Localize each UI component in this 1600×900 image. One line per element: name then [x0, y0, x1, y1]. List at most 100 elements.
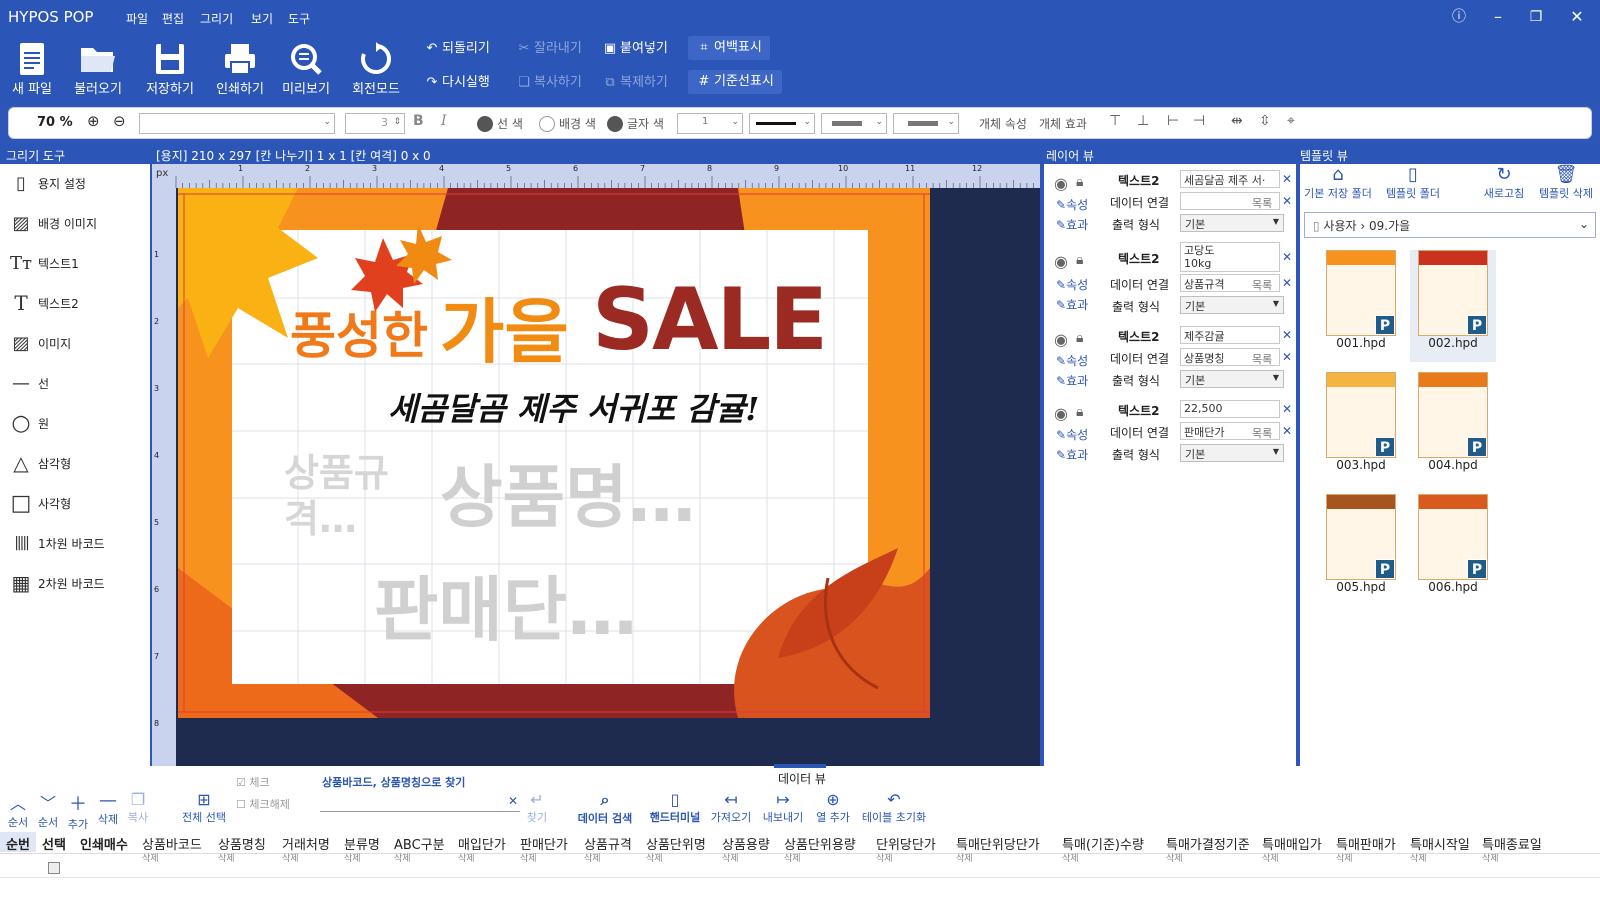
rotate-mode-button[interactable]: 회전모드: [344, 38, 408, 100]
zoom-in-icon[interactable]: ⊕: [87, 112, 100, 130]
clear-icon[interactable]: ✕: [508, 794, 518, 808]
layer-prop-link[interactable]: ✎속성: [1056, 426, 1088, 443]
select-all-button[interactable]: ⊞ 전체 선택: [176, 790, 232, 825]
default-folder-button[interactable]: ⌂ 기본 저장 폴더: [1302, 164, 1374, 201]
undo-button[interactable]: ↶ 되돌리기: [424, 37, 490, 61]
margin-toggle[interactable]: ⌗ 여백표시: [688, 36, 770, 60]
layer-prop-link[interactable]: ✎속성: [1056, 352, 1088, 369]
tool-circle[interactable]: ○ 원: [10, 410, 49, 436]
distribute-v-icon[interactable]: ⇳: [1259, 113, 1271, 129]
tool-bg-image[interactable]: ▨ 배경 이미지: [10, 210, 97, 236]
list-button[interactable]: 목록: [1252, 277, 1272, 293]
duplicate-button[interactable]: ⧉ 복제하기: [602, 71, 668, 95]
cut-button[interactable]: ✂ 잘라내기: [516, 37, 582, 61]
tool-rectangle[interactable]: □ 사각형: [10, 490, 72, 516]
eye-icon[interactable]: ◉: [1054, 252, 1068, 271]
template-folder-button[interactable]: ▯ 템플릿 폴더: [1378, 164, 1448, 201]
align-top-icon[interactable]: ⊤: [1109, 113, 1121, 129]
tool-triangle[interactable]: △ 삼각형: [10, 450, 71, 476]
splitter-handle[interactable]: [774, 764, 826, 768]
layer-prop-link[interactable]: ✎속성: [1056, 276, 1088, 293]
eye-icon[interactable]: ◉: [1054, 404, 1068, 423]
paste-button[interactable]: ▣ 붙여넣기: [602, 37, 668, 61]
zoom-out-icon[interactable]: ⊖: [113, 112, 126, 130]
poster-price[interactable]: 판매단…: [374, 554, 637, 655]
output-format-select[interactable]: 기본 ▼: [1180, 296, 1284, 314]
find-button[interactable]: ↵ 찾기: [520, 790, 554, 825]
center-icon[interactable]: ⌖: [1287, 113, 1295, 129]
object-effect-button[interactable]: 개체 효과: [1039, 115, 1087, 132]
poster-headline-2[interactable]: 가을: [440, 276, 569, 377]
list-button[interactable]: 목록: [1252, 195, 1272, 211]
lock-icon[interactable]: 🔒︎: [1076, 404, 1083, 420]
template-path-select[interactable]: ▯ 사용자 › 09.가을 ⌄: [1304, 212, 1596, 238]
move-up-button[interactable]: ︿ 순서: [4, 790, 32, 830]
canvas-area[interactable]: px 1 2 3 4 5 6 7 8 9 10 11 12 1 2 3 4 5 …: [152, 164, 1040, 766]
info-icon[interactable]: ⓘ: [1447, 6, 1471, 28]
clear-icon[interactable]: ✕: [1282, 328, 1292, 342]
menu-view[interactable]: 보기: [251, 10, 273, 27]
row-checkbox[interactable]: [48, 862, 60, 874]
list-button[interactable]: 목록: [1252, 351, 1272, 367]
lock-icon[interactable]: 🔒︎: [1076, 174, 1083, 190]
add-row-button[interactable]: ＋ 추가: [64, 790, 92, 832]
line-width-select[interactable]: 1 ⌄: [677, 113, 743, 134]
tool-paper-setup[interactable]: ▯ 용지 설정: [10, 170, 86, 196]
align-left-icon[interactable]: ⊢: [1167, 113, 1179, 129]
menu-draw[interactable]: 그리기: [200, 10, 233, 27]
column-header[interactable]: 순번: [6, 834, 30, 853]
arrow-start-select[interactable]: ⌄: [821, 113, 887, 134]
import-button[interactable]: ↤ 가져오기: [706, 790, 756, 825]
poster-product-name[interactable]: 상품명…: [440, 442, 696, 541]
save-button[interactable]: 저장하기: [138, 38, 202, 100]
data-search-button[interactable]: ⌕ 데이터 검색: [572, 790, 638, 826]
output-format-select[interactable]: 기본 ▼: [1180, 370, 1284, 388]
menu-edit[interactable]: 편집: [162, 10, 184, 27]
list-button[interactable]: 목록: [1252, 425, 1272, 441]
layer-value[interactable]: 고당도 10kg: [1180, 242, 1280, 272]
clear-icon[interactable]: ✕: [1282, 172, 1292, 186]
template-thumb[interactable]: P 005.hpd: [1318, 494, 1404, 606]
clear-icon[interactable]: ✕: [1282, 350, 1292, 364]
poster-page[interactable]: 풍성한 가을 SALE 세곰달곰 제주 서귀포 감귤! 상품규격… 상품명… 판…: [178, 188, 930, 718]
template-thumb[interactable]: P 004.hpd: [1410, 372, 1496, 484]
copy-button[interactable]: ❏ 복사하기: [516, 71, 582, 95]
reset-table-button[interactable]: ↶ 테이블 초기화: [856, 790, 932, 825]
lock-icon[interactable]: 🔒︎: [1076, 252, 1083, 268]
tool-barcode-2d[interactable]: ▦ 2차원 바코드: [10, 570, 105, 596]
redo-button[interactable]: ↷ 다시실행: [424, 71, 490, 95]
layer-item[interactable]: ◉ 🔒︎ 텍스트2 22,500 ✕ ✎속성 데이터 연결 판매단가 목록 ✕ …: [1044, 400, 1296, 472]
eye-icon[interactable]: ◉: [1054, 174, 1068, 193]
clear-icon[interactable]: ✕: [1282, 402, 1292, 416]
menu-file[interactable]: 파일: [126, 10, 148, 27]
print-button[interactable]: 인쇄하기: [208, 38, 272, 100]
align-bottom-icon[interactable]: ⊥: [1137, 113, 1149, 129]
preview-button[interactable]: 미리보기: [274, 38, 338, 100]
table-row[interactable]: [0, 858, 1600, 878]
output-format-select[interactable]: 기본 ▼: [1180, 214, 1284, 232]
layer-prop-link[interactable]: ✎속성: [1056, 196, 1088, 213]
template-thumb[interactable]: P 003.hpd: [1318, 372, 1404, 484]
layer-item[interactable]: ◉ 🔒︎ 텍스트2 세곰달곰 제주 서· ✕ ✎속성 데이터 연결 목록 ✕ ✎…: [1044, 168, 1296, 240]
poster-spec[interactable]: 상품규격…: [284, 450, 424, 542]
layer-value[interactable]: 22,500: [1180, 400, 1280, 418]
minimize-icon[interactable]: –: [1486, 6, 1510, 28]
poster-headline-3[interactable]: SALE: [592, 270, 828, 370]
align-right-icon[interactable]: ⊣: [1193, 113, 1205, 129]
refresh-button[interactable]: ↻ 새로고침: [1476, 164, 1532, 201]
add-column-button[interactable]: ⊕ 열 추가: [812, 790, 854, 825]
guides-toggle[interactable]: # 기준선표시: [688, 70, 782, 94]
tool-text1[interactable]: Tт 텍스트1: [10, 250, 79, 276]
bg-color-swatch[interactable]: [539, 116, 555, 132]
template-thumb[interactable]: P 001.hpd: [1318, 250, 1404, 362]
delete-template-button[interactable]: 🗑︎ 템플릿 삭제: [1534, 164, 1598, 201]
bold-icon[interactable]: B: [413, 113, 424, 129]
layer-item[interactable]: ◉ 🔒︎ 텍스트2 고당도 10kg ✕ ✎속성 데이터 연결 상품규격 목록 …: [1044, 242, 1296, 314]
menu-tools[interactable]: 도구: [288, 10, 310, 27]
clear-icon[interactable]: ✕: [1282, 250, 1292, 264]
layer-effect-link[interactable]: ✎효과: [1056, 216, 1088, 233]
template-thumb[interactable]: P 006.hpd: [1410, 494, 1496, 606]
poster-headline-1[interactable]: 풍성한: [290, 296, 428, 368]
distribute-h-icon[interactable]: ⇹: [1231, 113, 1243, 129]
export-button[interactable]: ↦ 내보내기: [758, 790, 808, 825]
